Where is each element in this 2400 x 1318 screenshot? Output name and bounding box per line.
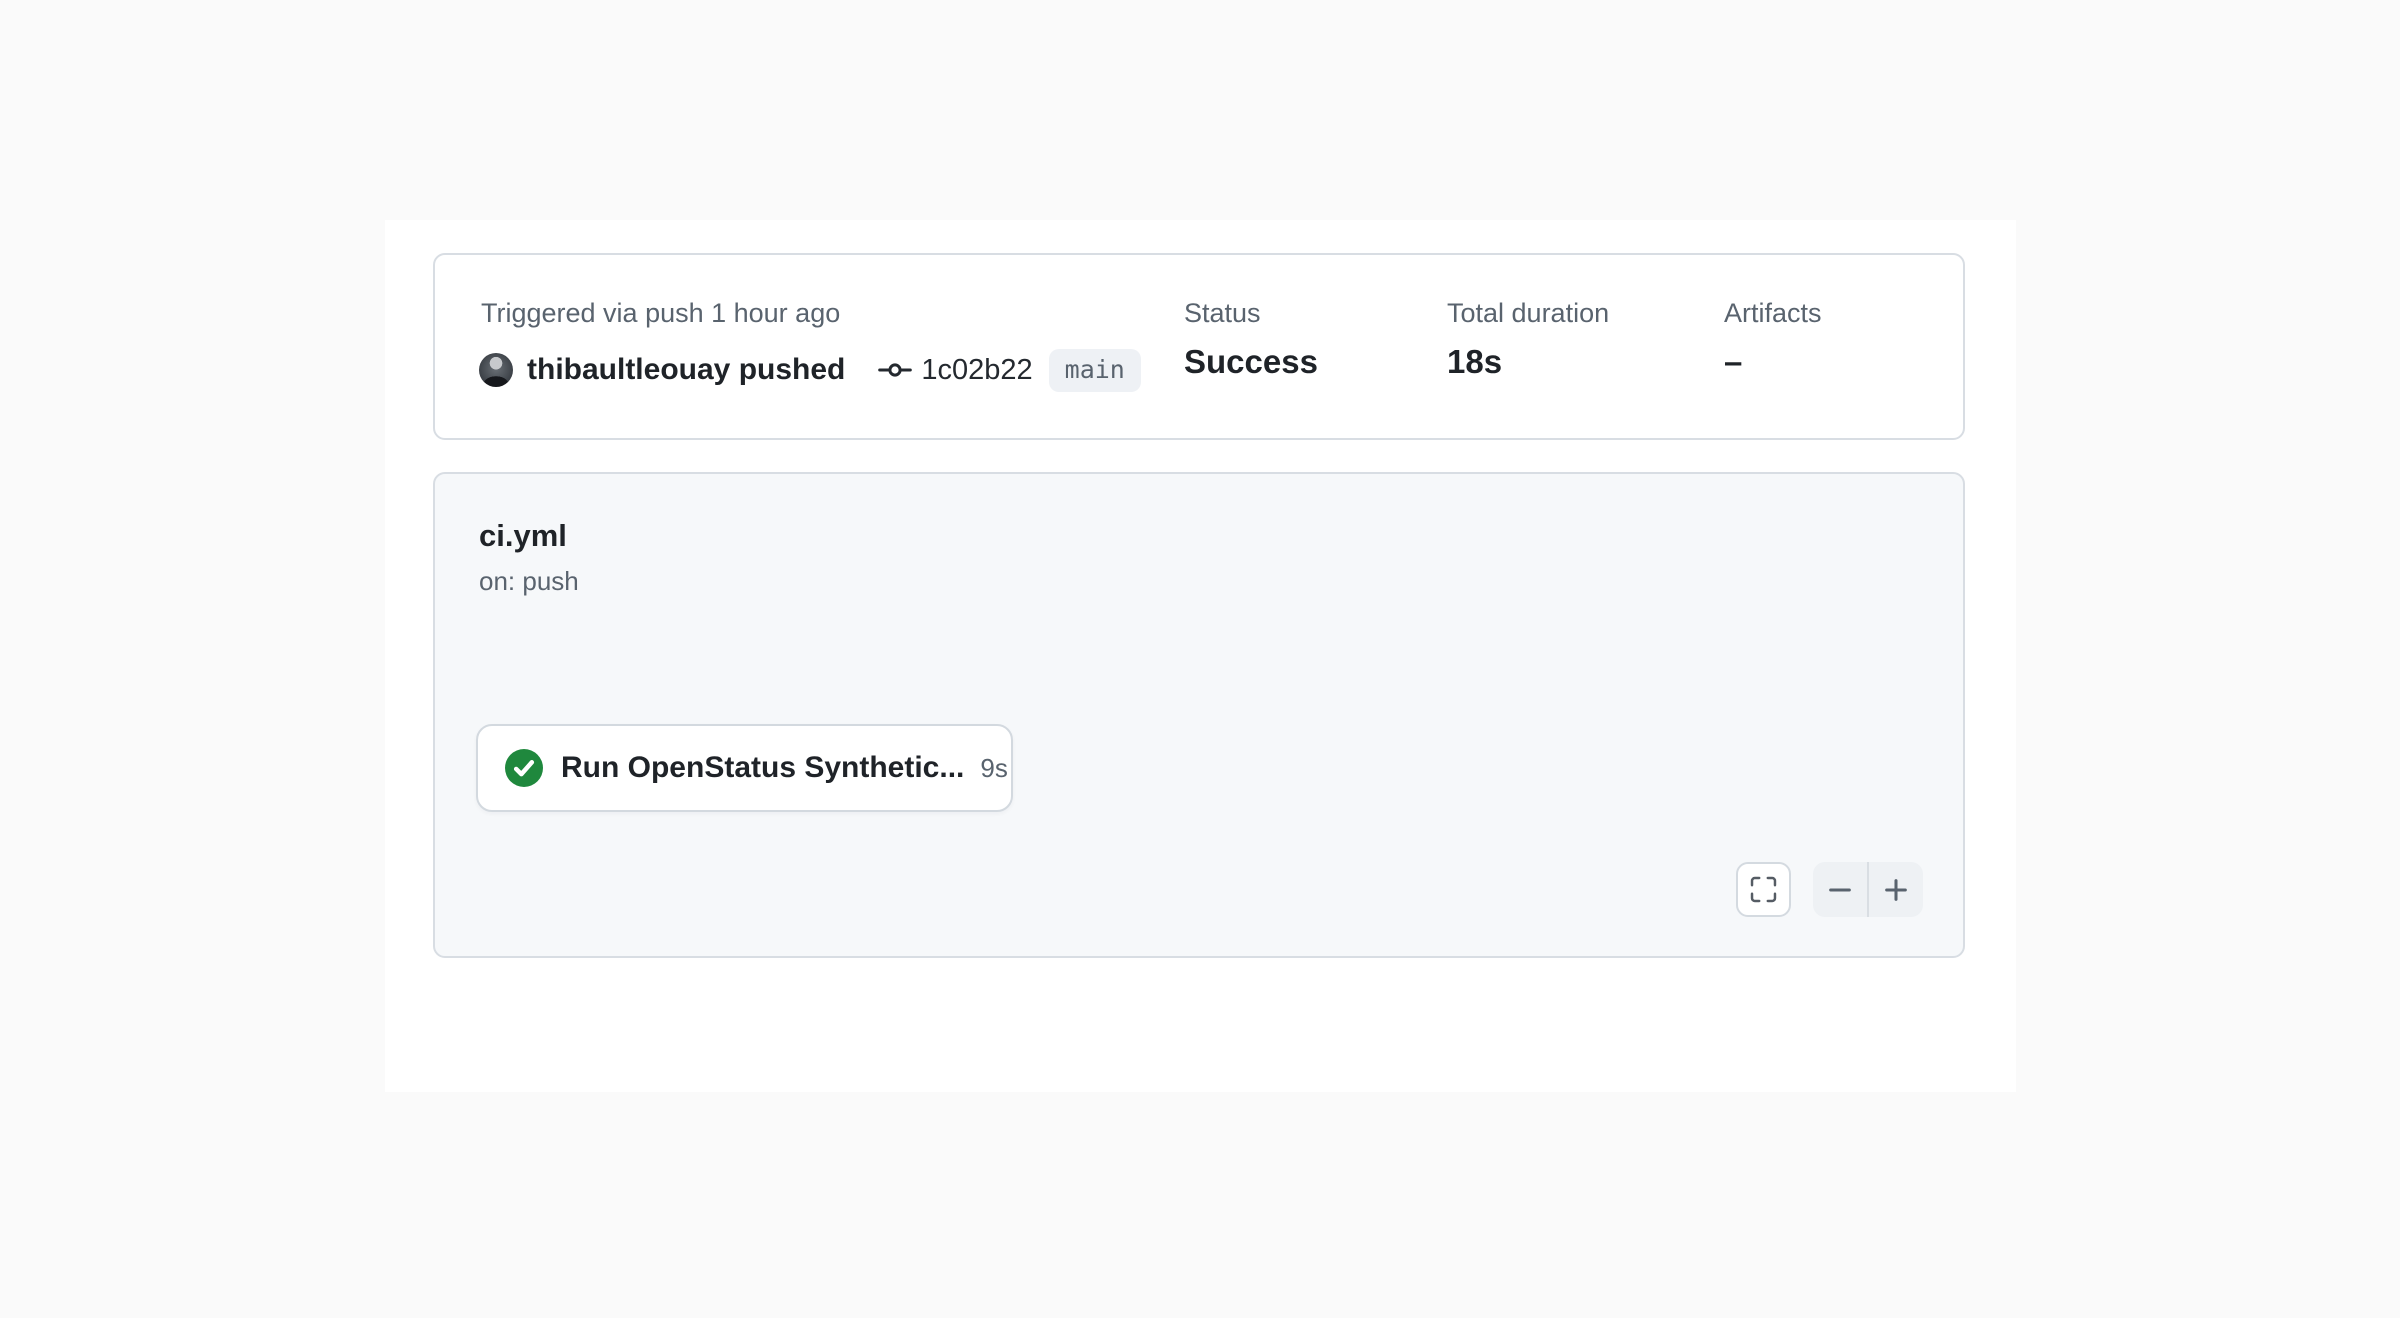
stat-label: Artifacts bbox=[1724, 297, 1822, 329]
graph-controls bbox=[1736, 862, 1923, 917]
stat-value-artifacts: – bbox=[1724, 343, 1822, 381]
actor-name[interactable]: thibaultleouay bbox=[527, 353, 730, 386]
workflow-graph-card: ci.yml on: push Run OpenStatus Synthetic… bbox=[433, 472, 1965, 958]
zoom-control bbox=[1813, 862, 1923, 917]
stat-artifacts: Artifacts – bbox=[1724, 297, 1822, 381]
stat-label: Status bbox=[1184, 297, 1318, 329]
run-summary-card: Triggered via push 1 hour ago thibaultle… bbox=[433, 253, 1965, 440]
workflow-run-panel: Triggered via push 1 hour ago thibaultle… bbox=[385, 220, 2016, 1092]
actor-line: thibaultleouay pushed 1c02b22 main bbox=[479, 347, 1141, 393]
fullscreen-icon bbox=[1750, 876, 1777, 903]
commit-sha-link[interactable]: 1c02b22 bbox=[921, 354, 1032, 387]
plus-icon bbox=[1882, 876, 1910, 904]
success-check-icon bbox=[505, 749, 543, 787]
zoom-in-button[interactable] bbox=[1869, 862, 1923, 917]
workflow-file-name: ci.yml bbox=[479, 518, 567, 554]
minus-icon bbox=[1826, 876, 1854, 904]
zoom-out-button[interactable] bbox=[1813, 862, 1869, 917]
commit-group: 1c02b22 main bbox=[877, 349, 1141, 392]
fullscreen-button[interactable] bbox=[1736, 862, 1791, 917]
job-name: Run OpenStatus Synthetic... bbox=[561, 751, 964, 785]
trigger-summary: Triggered via push 1 hour ago bbox=[481, 297, 840, 329]
action-label: pushed bbox=[739, 353, 846, 386]
job-duration: 9s bbox=[964, 753, 1007, 784]
job-node[interactable]: Run OpenStatus Synthetic... 9s bbox=[476, 724, 1013, 812]
stat-status: Status Success bbox=[1184, 297, 1318, 381]
workflow-trigger: on: push bbox=[479, 566, 579, 597]
stat-value-status: Success bbox=[1184, 343, 1318, 381]
git-commit-icon bbox=[877, 352, 913, 388]
stat-value-duration: 18s bbox=[1447, 343, 1609, 381]
avatar[interactable] bbox=[479, 353, 513, 387]
stat-total-duration: Total duration 18s bbox=[1447, 297, 1609, 381]
branch-badge[interactable]: main bbox=[1049, 349, 1141, 392]
actor-name-and-action[interactable]: thibaultleouay pushed bbox=[527, 353, 845, 387]
stat-label: Total duration bbox=[1447, 297, 1609, 329]
